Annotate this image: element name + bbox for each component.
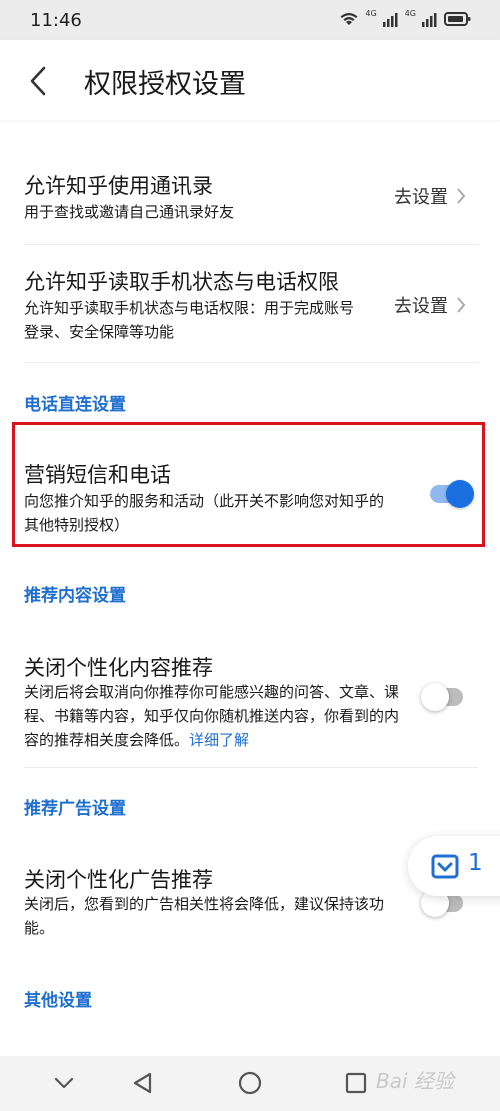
- personal-content-toggle[interactable]: [421, 683, 463, 711]
- back-arrow-icon[interactable]: [24, 64, 54, 98]
- header: 权限授权设置: [0, 40, 500, 120]
- item-title: 关闭个性化广告推荐: [24, 868, 213, 892]
- chevron-right-icon: [457, 188, 466, 204]
- item-title: 关闭个性化内容推荐: [24, 656, 213, 680]
- inbox-icon: [431, 854, 459, 879]
- learn-more-link[interactable]: 详细了解: [189, 731, 249, 749]
- setting-item-phone-state[interactable]: 允许知乎读取手机状态与电话权限 允许知乎读取手机状态与电话权限：用于完成账号登录…: [0, 262, 500, 362]
- toggle-knob: [446, 480, 474, 508]
- signal-label-2: 4G: [404, 8, 416, 18]
- setting-item-marketing: 营销短信和电话 向您推介知乎的服务和活动（此开关不影响您对知乎的其他特别授权）: [0, 455, 500, 545]
- wifi-icon: [340, 13, 358, 25]
- section-header-other: 其他设置: [24, 991, 92, 1011]
- item-title: 允许知乎使用通讯录: [24, 174, 213, 198]
- setting-item-personal-content: 关闭个性化内容推荐 关闭后将会取消向你推荐你可能感兴趣的问答、文章、课程、书籍等…: [0, 648, 500, 758]
- float-count: 1: [468, 850, 483, 876]
- marketing-toggle[interactable]: [430, 480, 474, 508]
- setting-item-contacts[interactable]: 允许知乎使用通讯录 用于查找或邀请自己通讯录好友 去设置: [0, 160, 500, 250]
- signal-label-1: 4G: [365, 8, 377, 18]
- item-title: 允许知乎读取手机状态与电话权限: [24, 270, 339, 294]
- section-header-ad-rec: 推荐广告设置: [24, 799, 126, 819]
- battery-icon: [444, 12, 471, 26]
- item-desc: 关闭后，您看到的广告相关性将会降低，建议保持该功能。: [24, 895, 385, 937]
- divider: [24, 244, 478, 245]
- go-setting-label: 去设置: [394, 296, 448, 317]
- back-triangle-icon[interactable]: [130, 1070, 156, 1096]
- divider: [24, 767, 478, 768]
- watermark: Bai 经验: [376, 1069, 454, 1093]
- recents-square-icon[interactable]: [343, 1070, 369, 1096]
- item-desc: 向您推介知乎的服务和活动（此开关不影响您对知乎的其他特别授权）: [24, 492, 385, 534]
- go-setting-button[interactable]: 去设置: [394, 292, 466, 318]
- chevron-right-icon: [457, 297, 466, 313]
- toggle-knob: [421, 683, 449, 711]
- floating-feedback-button[interactable]: 1: [408, 836, 500, 896]
- status-icons: 4G 4G: [339, 8, 472, 27]
- item-desc: 关闭后将会取消向你推荐你可能感兴趣的问答、文章、课程、书籍等内容，知乎仅向你随机…: [24, 680, 399, 752]
- collapse-down-icon[interactable]: [51, 1070, 77, 1096]
- status-time: 11:46: [30, 10, 82, 31]
- divider: [24, 362, 478, 363]
- home-circle-icon[interactable]: [237, 1070, 263, 1096]
- personal-ads-toggle[interactable]: [421, 889, 463, 917]
- section-header-phone-direct: 电话直连设置: [24, 395, 126, 415]
- go-setting-button[interactable]: 去设置: [394, 183, 466, 209]
- signal-icon-2: [422, 13, 437, 27]
- item-title: 营销短信和电话: [24, 463, 171, 487]
- page-title: 权限授权设置: [84, 69, 246, 100]
- item-desc: 允许知乎读取手机状态与电话权限：用于完成账号登录、安全保障等功能: [24, 299, 355, 341]
- status-bar: 11:46 4G 4G: [0, 0, 500, 40]
- go-setting-label: 去设置: [394, 187, 448, 208]
- signal-icon-1: [382, 13, 398, 27]
- item-desc: 用于查找或邀请自己通讯录好友: [24, 203, 235, 221]
- section-header-content-rec: 推荐内容设置: [24, 586, 126, 606]
